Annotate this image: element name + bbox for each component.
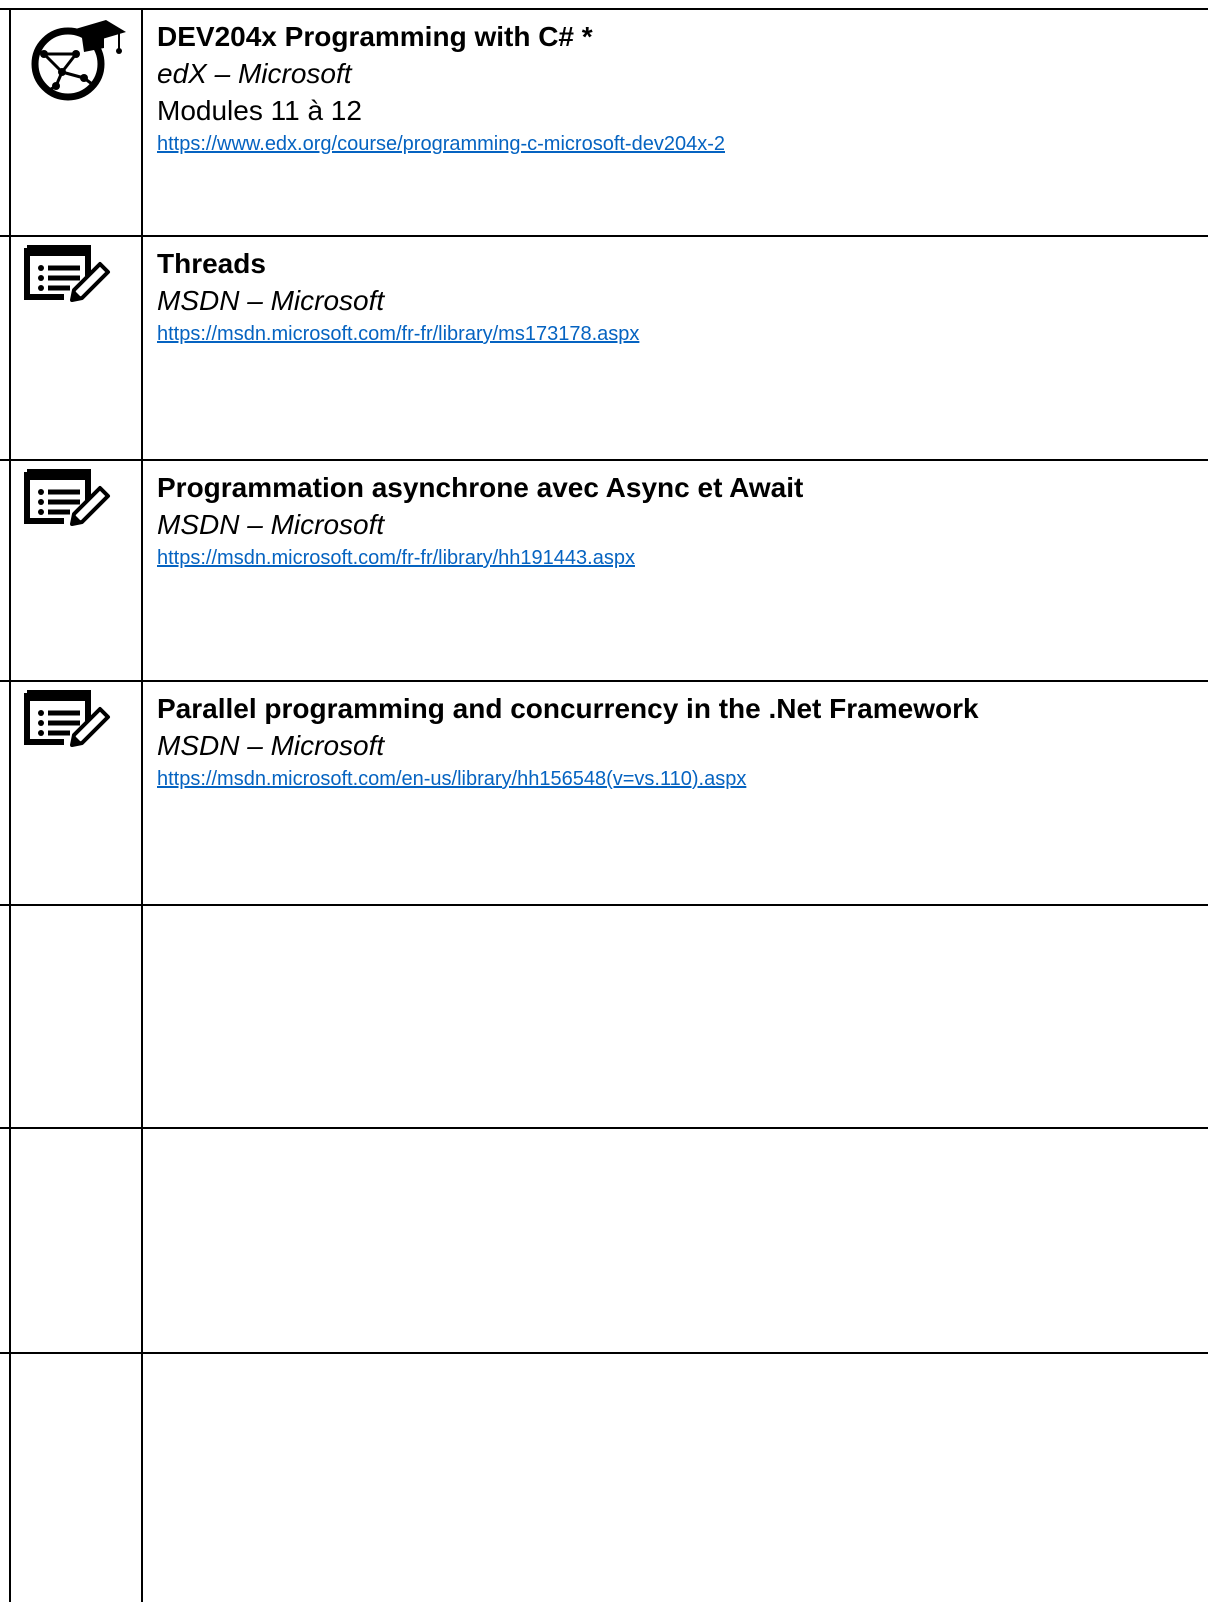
resource-source: edX – Microsoft — [157, 58, 352, 89]
resource-link[interactable]: https://msdn.microsoft.com/fr-fr/library… — [157, 319, 639, 349]
table-row: DEV204x Programming with C# * edX – Micr… — [0, 9, 1208, 236]
resource-source: MSDN – Microsoft — [157, 509, 385, 540]
resource-modules: Modules 11 à 12 — [157, 95, 362, 126]
resource-link[interactable]: https://www.edx.org/course/programming-c… — [157, 129, 725, 159]
table-row: Threads MSDN – Microsoft https://msdn.mi… — [0, 236, 1208, 460]
resource-title: Programmation asynchrone avec Async et A… — [157, 472, 804, 503]
table-row: Parallel programming and concurrency in … — [0, 681, 1208, 905]
resource-source: MSDN – Microsoft — [157, 285, 385, 316]
resource-link[interactable]: https://msdn.microsoft.com/fr-fr/library… — [157, 543, 803, 573]
resource-link[interactable]: https://msdn.microsoft.com/en-us/library… — [157, 764, 979, 794]
resource-title: Threads — [157, 248, 266, 279]
resource-title: DEV204x Programming with C# * — [157, 21, 593, 52]
resource-title: Parallel programming and concurrency in … — [157, 693, 979, 724]
empty-table-row — [0, 1353, 1208, 1602]
empty-table-row — [0, 1128, 1208, 1353]
empty-table-row — [0, 905, 1208, 1128]
list-edit-icon — [22, 242, 118, 311]
graduation-cap-globe-icon — [22, 18, 128, 109]
list-edit-icon — [22, 687, 118, 756]
resource-source: MSDN – Microsoft — [157, 730, 385, 761]
list-edit-icon — [22, 466, 118, 535]
table-row: Programmation asynchrone avec Async et A… — [0, 460, 1208, 681]
